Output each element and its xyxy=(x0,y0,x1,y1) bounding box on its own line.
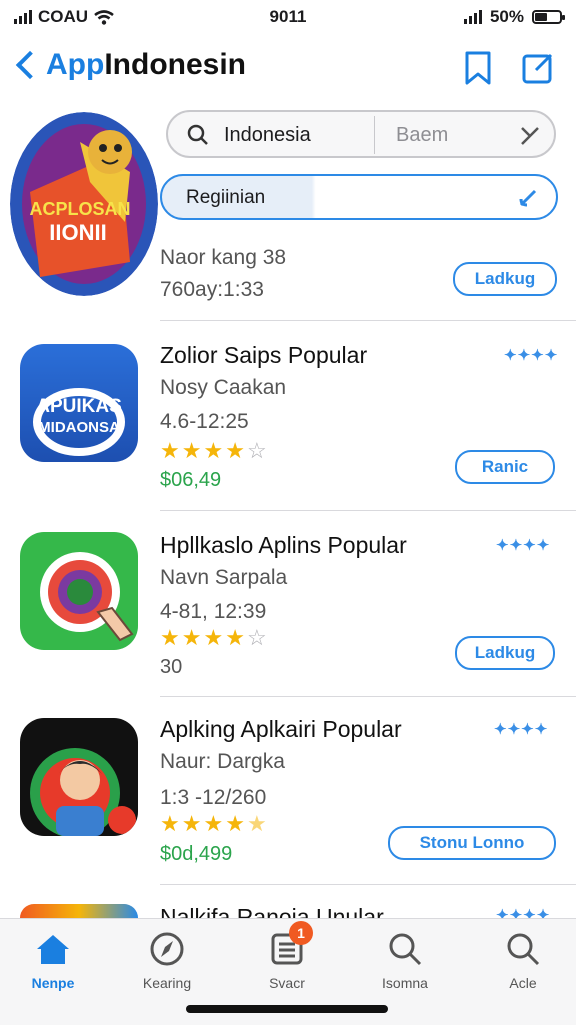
rating-stars: ★ ★ ★ ★ ☆ xyxy=(160,438,267,464)
app-icon-1[interactable]: APUIKAS MIDAONSA xyxy=(20,344,138,462)
star-icon: ★ xyxy=(225,811,245,836)
tab-search[interactable]: Isomna xyxy=(360,929,450,991)
star-icon: ☆ xyxy=(246,625,267,650)
edit-icon xyxy=(519,189,537,207)
tab-home[interactable]: Nenpe xyxy=(8,929,98,991)
featured-illustration: ACPLOSAN IIONII xyxy=(10,112,158,296)
rating-stars: ★ ★ ★ ★ ☆ xyxy=(160,625,267,651)
battery-fill xyxy=(535,13,547,21)
app-developer-3: Naur: Dargka xyxy=(160,750,285,773)
home-icon xyxy=(37,935,69,964)
more-icon[interactable]: ✦✦✦✦ xyxy=(494,720,548,738)
app-price-1: $06,49 xyxy=(160,469,222,491)
back-label: App xyxy=(46,48,105,81)
featured-icon-text-1: ACPLOSAN xyxy=(29,199,130,219)
app-icon-1-art: APUIKAS MIDAONSA xyxy=(33,388,125,456)
star-icon: ★ xyxy=(225,438,245,463)
app-icon-2[interactable] xyxy=(20,532,138,650)
featured-icon-text-2: IIONII xyxy=(49,220,106,245)
home-indicator[interactable] xyxy=(186,1005,388,1013)
region-label: Regiinian xyxy=(186,187,266,208)
battery-percent: 50% xyxy=(489,7,524,26)
search-divider xyxy=(374,116,375,154)
divider xyxy=(160,320,576,321)
app-icon-1-text-2: MIDAONSA xyxy=(38,419,120,436)
search-icon xyxy=(187,124,208,145)
bookmark-icon[interactable] xyxy=(458,48,498,88)
search-scope[interactable]: Baem xyxy=(396,124,448,147)
star-icon: ★ xyxy=(246,811,267,836)
notification-badge: 1 xyxy=(289,921,313,945)
app-action-button-3[interactable]: Stonu Lonno xyxy=(388,826,556,860)
more-icon[interactable]: ✦✦✦✦ xyxy=(496,536,550,554)
cell-signal-icon xyxy=(463,10,482,24)
app-meta-1: 4.6-12:25 xyxy=(160,410,249,433)
featured-get-button[interactable]: Ladkug xyxy=(453,262,557,296)
star-icon: ★ xyxy=(160,438,180,463)
app-developer-2: Navn Sarpala xyxy=(160,566,288,589)
app-icon-2-art xyxy=(40,552,134,642)
app-price-3: $0d,499 xyxy=(160,843,233,865)
battery-icon xyxy=(532,10,565,24)
app-action-button-1[interactable]: Ranic xyxy=(455,450,555,484)
tab-label: Isomna xyxy=(382,975,428,991)
tab-label: Svacr xyxy=(269,975,305,991)
tab-label: Acle xyxy=(509,975,537,991)
star-icon: ★ xyxy=(160,811,180,836)
app-icon-3-art xyxy=(30,748,136,836)
app-icon-1-text-1: APUIKAS xyxy=(36,396,122,417)
star-icon: ★ xyxy=(203,438,224,463)
app-meta-3: 1:3 -12/260 xyxy=(160,786,267,809)
search-query: Indonesia xyxy=(224,124,311,146)
app-name-2[interactable]: Hpllkaslo Aplins Popular xyxy=(160,532,407,559)
app-icon-3[interactable] xyxy=(20,718,138,836)
navigation-bar: App Indonesin xyxy=(0,40,576,96)
back-button[interactable]: App Indonesin xyxy=(12,48,246,82)
region-selector[interactable]: Regiinian xyxy=(160,174,558,220)
tab-list[interactable]: 1 Svacr xyxy=(242,921,332,991)
star-icon: ★ xyxy=(160,625,180,650)
page-title: Indonesin xyxy=(104,48,246,81)
star-icon: ★ xyxy=(225,625,245,650)
featured-app-icon[interactable]: ACPLOSAN IIONII xyxy=(10,112,158,296)
status-right: 50% xyxy=(463,7,565,27)
compose-icon[interactable] xyxy=(518,48,558,88)
filter-icon[interactable] xyxy=(518,124,542,148)
app-action-button-2[interactable]: Ladkug xyxy=(455,636,555,670)
app-name-1[interactable]: Zolior Saips Popular xyxy=(160,342,367,369)
search-icon xyxy=(389,933,422,966)
tab-label: Kearing xyxy=(142,975,192,991)
chevron-left-icon xyxy=(15,50,45,80)
search-field[interactable]: Indonesia Baem xyxy=(166,110,556,158)
tab-search-2[interactable]: Acle xyxy=(478,929,568,991)
more-icon[interactable]: ✦✦✦✦ xyxy=(504,346,558,364)
app-developer-1: Nosy Caakan xyxy=(160,376,287,399)
star-icon: ★ xyxy=(203,625,224,650)
search-icon xyxy=(507,933,540,966)
star-icon: ★ xyxy=(203,811,224,836)
featured-subtitle: Naor kang 38 xyxy=(160,246,287,269)
star-icon: ★ xyxy=(181,625,202,650)
star-icon: ★ xyxy=(181,438,202,463)
app-name-3[interactable]: Aplking Aplkairi Popular xyxy=(160,716,402,743)
app-name-4[interactable]: Nalkifa Ranoia Unular xyxy=(160,904,384,918)
app-meta-2: 4-81, 12:39 xyxy=(160,600,267,623)
tab-explore[interactable]: Kearing xyxy=(122,929,212,991)
app-icon-4[interactable] xyxy=(20,904,138,918)
compass-icon xyxy=(150,932,184,966)
divider xyxy=(160,510,576,511)
featured-meta: 760ay:1:33 xyxy=(160,278,264,301)
app-price-2: 30 xyxy=(160,656,183,678)
star-icon: ★ xyxy=(181,811,202,836)
divider xyxy=(160,884,576,885)
status-bar: COAU 9011 50% xyxy=(0,0,576,36)
rating-stars: ★ ★ ★ ★ ★ xyxy=(160,811,267,837)
tab-label: Nenpe xyxy=(31,975,75,991)
divider xyxy=(160,696,576,697)
star-icon: ☆ xyxy=(246,438,267,463)
